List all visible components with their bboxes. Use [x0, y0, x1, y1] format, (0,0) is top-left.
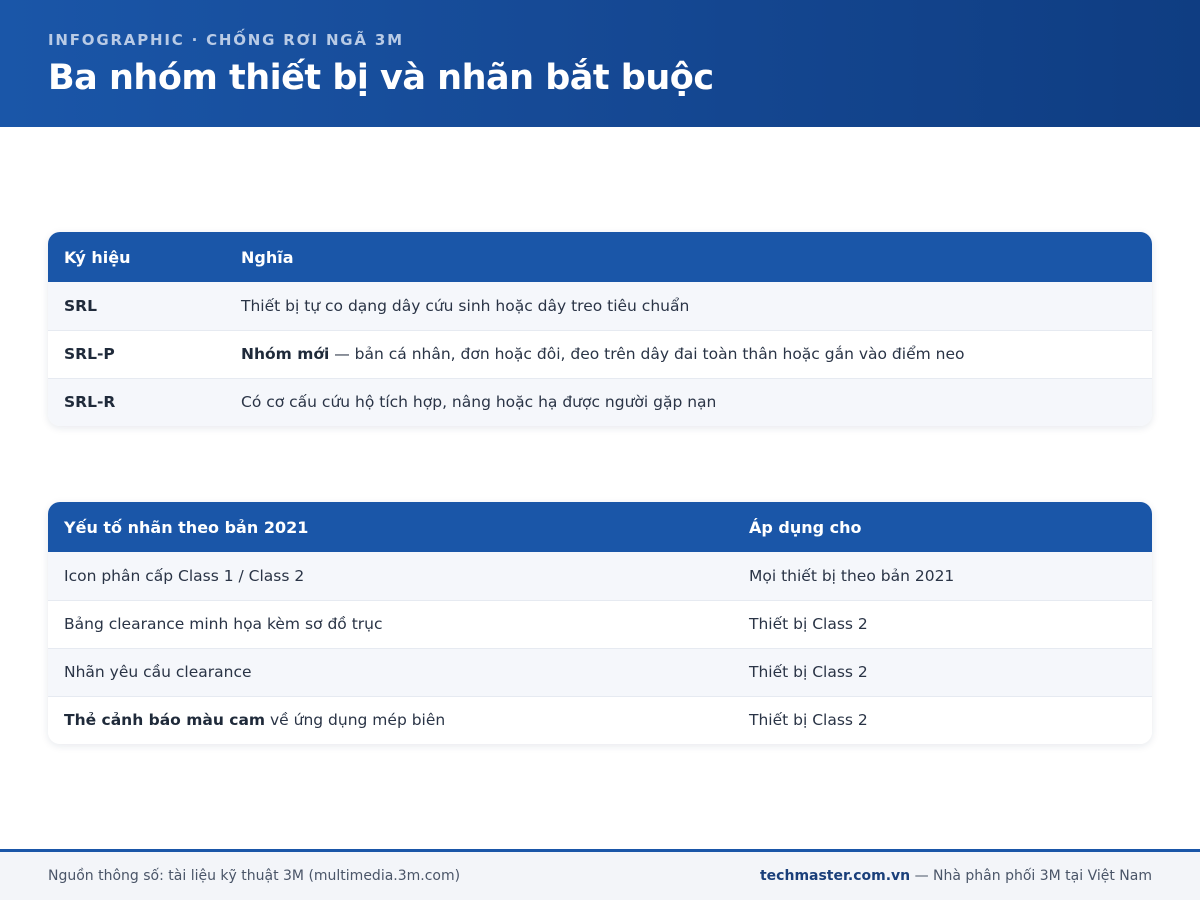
meaning-text: — bản cá nhân, đơn hoặc đôi, đeo trên dâ…	[329, 345, 965, 363]
header-eyebrow: INFOGRAPHIC · CHỐNG RƠI NGÃ 3M	[48, 31, 404, 49]
table-row: SRL-R Có cơ cấu cứu hộ tích hợp, nâng ho…	[48, 378, 1152, 426]
symbol-meaning: Nhóm mới — bản cá nhân, đơn hoặc đôi, đe…	[225, 330, 1152, 378]
table-row: SRL-P Nhóm mới — bản cá nhân, đơn hoặc đ…	[48, 330, 1152, 378]
applies-to: Mọi thiết bị theo bản 2021	[749, 566, 955, 585]
labels-table: Yếu tố nhãn theo bản 2021 Áp dụng cho Ic…	[48, 502, 1152, 744]
brand-link[interactable]: techmaster.com.vn	[760, 868, 910, 884]
page-title: Ba nhóm thiết bị và nhãn bắt buộc	[48, 58, 714, 98]
table-row: Bảng clearance minh họa kèm sơ đồ trục T…	[48, 600, 1152, 648]
element-highlight: Thẻ cảnh báo màu cam	[64, 711, 266, 730]
meaning-highlight: Nhóm mới	[241, 345, 330, 363]
symbol-code: SRL-P	[64, 345, 115, 363]
column-header-applies-to: Áp dụng cho	[749, 517, 862, 537]
label-element: Nhãn yêu cầu clearance	[48, 648, 733, 696]
element-text: về ứng dụng mép biên	[265, 711, 446, 730]
applies-to: Thiết bị Class 2	[749, 615, 868, 633]
table-row: Icon phân cấp Class 1 / Class 2 Mọi thiế…	[48, 552, 1152, 600]
applies-to: Thiết bị Class 2	[749, 663, 868, 681]
applies-to: Thiết bị Class 2	[749, 711, 868, 730]
table-header-row: Ký hiệu Nghĩa	[48, 232, 1152, 282]
element-text: Nhãn yêu cầu clearance	[64, 663, 252, 681]
label-element: Thẻ cảnh báo màu cam về ứng dụng mép biê…	[48, 696, 733, 744]
label-element: Icon phân cấp Class 1 / Class 2	[48, 552, 733, 600]
column-header-label-element: Yếu tố nhãn theo bản 2021	[64, 517, 309, 537]
symbol-meaning: Thiết bị tự co dạng dây cứu sinh hoặc dâ…	[225, 282, 1152, 330]
table-row: Thẻ cảnh báo màu cam về ứng dụng mép biê…	[48, 696, 1152, 744]
meaning-text: Có cơ cấu cứu hộ tích hợp, nâng hoặc hạ …	[241, 393, 717, 412]
column-header-meaning: Nghĩa	[241, 247, 294, 267]
table-row: Nhãn yêu cầu clearance Thiết bị Class 2	[48, 648, 1152, 696]
labels-table-card: Yếu tố nhãn theo bản 2021 Áp dụng cho Ic…	[48, 502, 1152, 744]
column-header-symbol: Ký hiệu	[64, 247, 131, 267]
table-header-row: Yếu tố nhãn theo bản 2021 Áp dụng cho	[48, 502, 1152, 552]
label-element: Bảng clearance minh họa kèm sơ đồ trục	[48, 600, 733, 648]
distributor-credit: techmaster.com.vn — Nhà phân phối 3M tại…	[760, 868, 1152, 884]
element-text: Icon phân cấp Class 1 / Class 2	[64, 566, 305, 585]
symbols-table: Ký hiệu Nghĩa SRL Thiết bị tự co dạng dâ…	[48, 232, 1152, 426]
element-text: Bảng clearance minh họa kèm sơ đồ trục	[64, 615, 383, 633]
symbol-code: SRL-R	[64, 393, 116, 412]
source-note: Nguồn thông số: tài liệu kỹ thuật 3M (mu…	[48, 868, 461, 884]
symbol-code: SRL	[64, 296, 97, 315]
symbol-meaning: Có cơ cấu cứu hộ tích hợp, nâng hoặc hạ …	[225, 378, 1152, 426]
distributor-tagline: — Nhà phân phối 3M tại Việt Nam	[910, 868, 1152, 884]
symbols-table-card: Ký hiệu Nghĩa SRL Thiết bị tự co dạng dâ…	[48, 232, 1152, 426]
footer: Nguồn thông số: tài liệu kỹ thuật 3M (mu…	[0, 849, 1200, 900]
meaning-text: Thiết bị tự co dạng dây cứu sinh hoặc dâ…	[241, 296, 690, 315]
header-banner: INFOGRAPHIC · CHỐNG RƠI NGÃ 3M Ba nhóm t…	[0, 0, 1200, 127]
table-row: SRL Thiết bị tự co dạng dây cứu sinh hoặ…	[48, 282, 1152, 330]
